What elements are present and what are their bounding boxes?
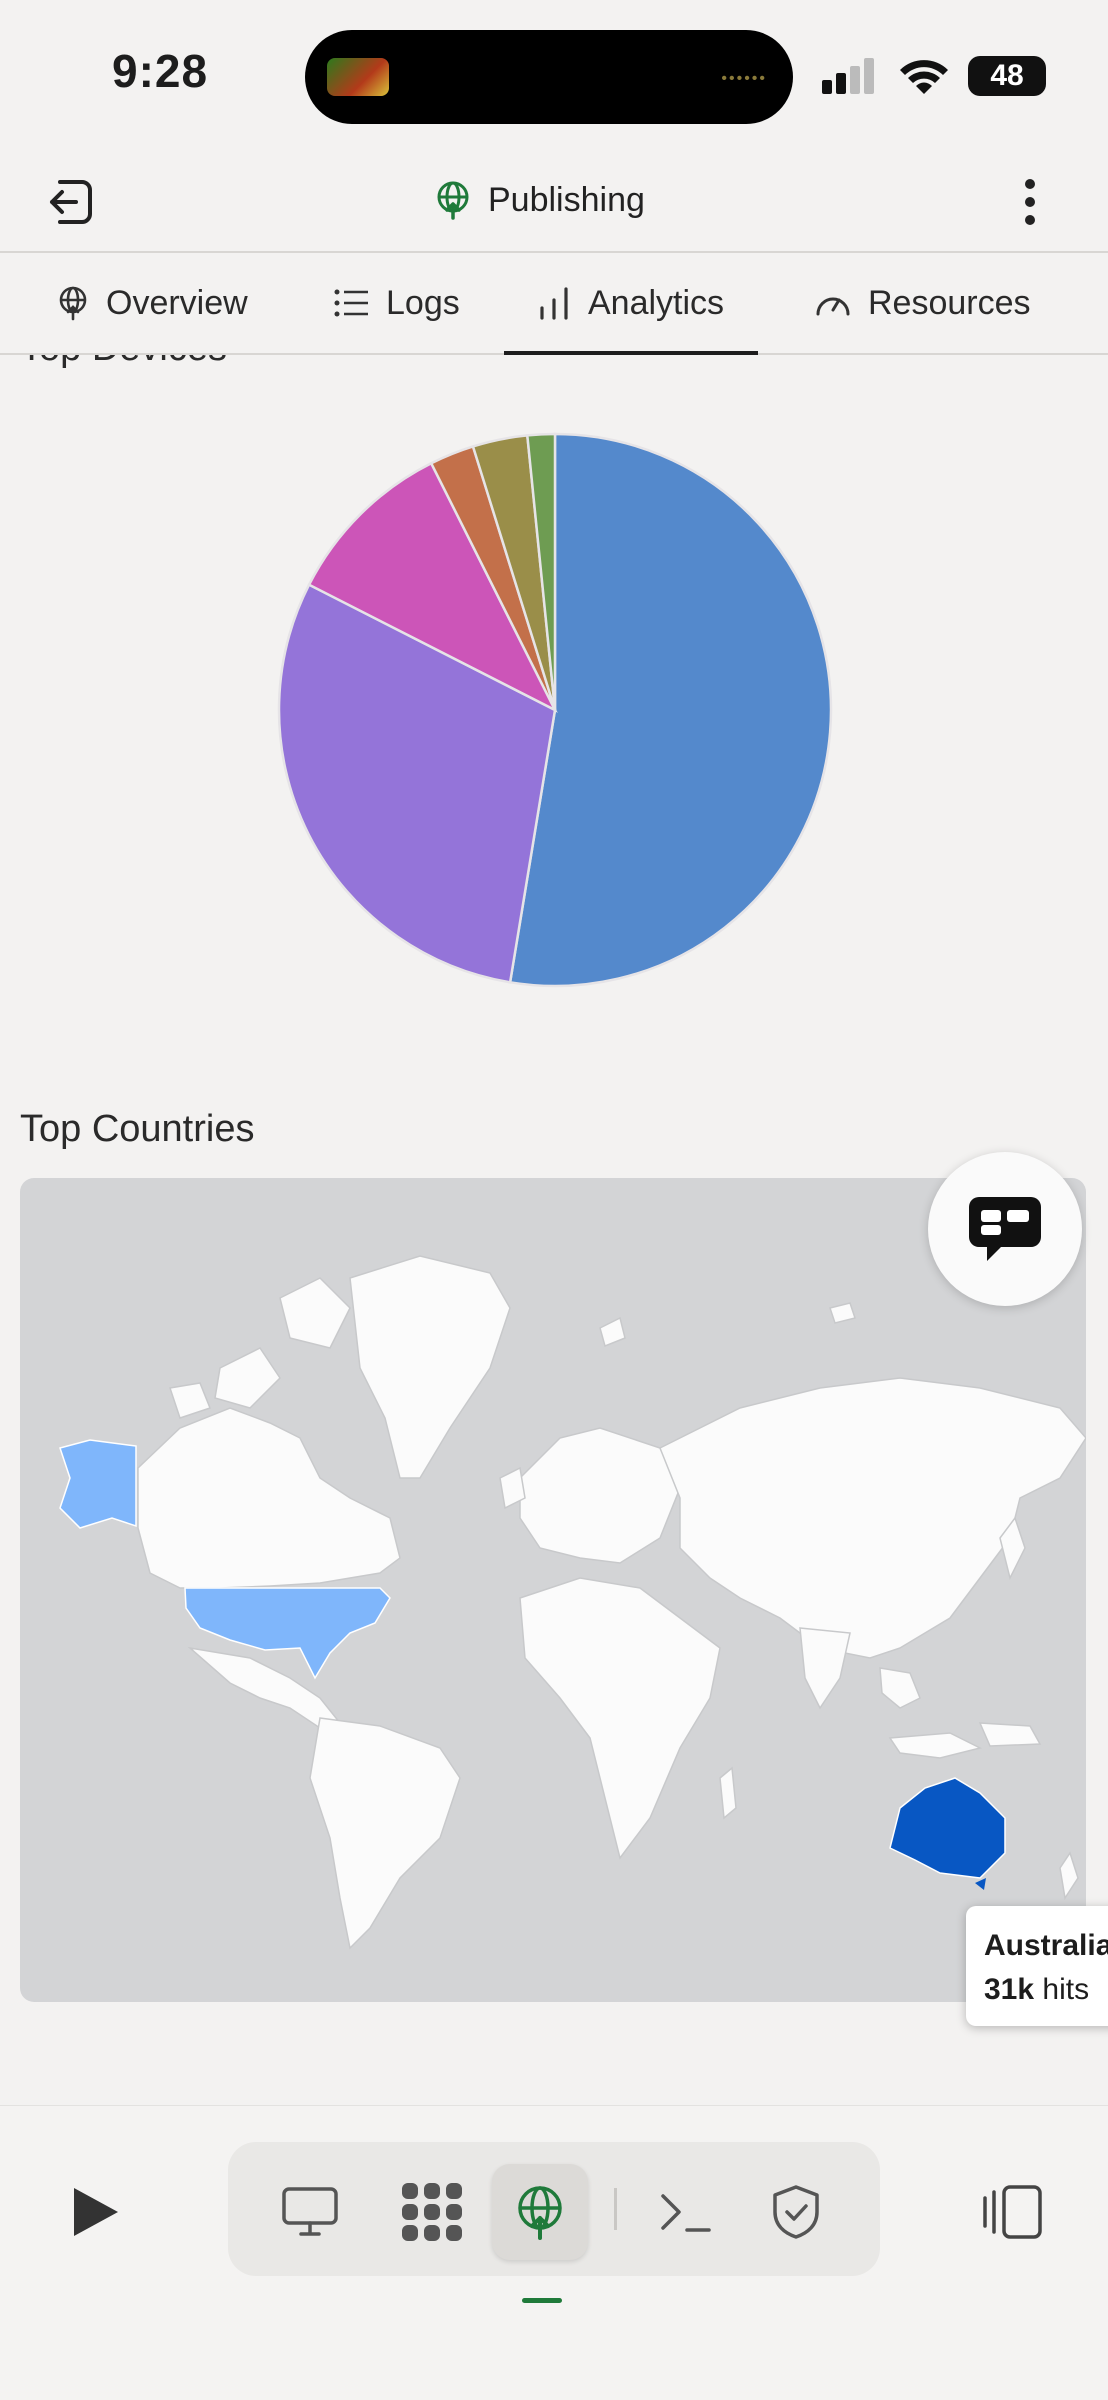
play-icon[interactable] (62, 2180, 126, 2244)
now-playing-art (327, 58, 389, 96)
publishing-button[interactable] (492, 2164, 588, 2260)
map-tooltip: Australia 31k hits (966, 1906, 1108, 2026)
status-time: 9:28 (112, 45, 209, 97)
apps-icon (402, 2183, 462, 2241)
list-icon (334, 289, 368, 317)
terminal-icon (661, 2194, 711, 2232)
countries-map[interactable] (20, 1178, 1086, 2002)
country-canada (137, 1407, 401, 1589)
security-button[interactable] (748, 2164, 844, 2260)
toolbar-divider (614, 2188, 617, 2230)
pie-slice-0[interactable] (508, 432, 833, 988)
tooltip-unit: hits (1042, 1973, 1090, 2006)
tab-analytics[interactable]: Analytics (503, 253, 759, 355)
battery-icon: 48 (968, 56, 1046, 96)
wifi-icon (900, 60, 948, 94)
tab-resources[interactable]: Resources (814, 253, 1031, 353)
chat-button[interactable] (928, 1152, 1082, 1306)
terminal-button[interactable] (638, 2164, 734, 2260)
header-title-group: Publishing (434, 180, 645, 220)
country-greenland (349, 1255, 511, 1479)
tab-label: Analytics (588, 283, 725, 322)
exit-button[interactable] (42, 174, 98, 230)
monitor-button[interactable] (262, 2164, 358, 2260)
region-africa (519, 1577, 721, 1860)
globe-upload-icon (437, 181, 469, 220)
monitor-icon (282, 2187, 338, 2236)
devices-title: Top Devices (20, 355, 227, 370)
bar-chart-icon (540, 287, 568, 320)
apps-button[interactable] (384, 2164, 480, 2260)
tool-group (228, 2142, 880, 2276)
countries-title: Top Countries (20, 1108, 255, 1150)
audio-wave-icon: •••••• (721, 70, 767, 87)
tab-label: Overview (106, 283, 248, 322)
tooltip-country: Australia (984, 1929, 1108, 1962)
world-map (59, 1255, 1086, 1950)
cellular-signal-icon (822, 58, 874, 94)
country-alaska (59, 1439, 137, 1529)
app-header: Publishing (0, 150, 1108, 253)
more-menu-button[interactable] (1010, 174, 1050, 230)
globe-icon (59, 286, 87, 321)
tab-bar: Overview Logs Analytics Resources (0, 253, 1108, 355)
tab-overview[interactable]: Overview (56, 253, 248, 353)
bottom-toolbar (0, 2105, 1108, 2400)
devices-pie-chart (277, 432, 833, 988)
active-indicator (522, 2298, 562, 2303)
page-title: Publishing (488, 180, 645, 219)
tab-logs[interactable]: Logs (334, 253, 460, 353)
tab-label: Resources (868, 283, 1031, 322)
panel-icon[interactable] (982, 2184, 1044, 2240)
globe-upload-icon (518, 2186, 562, 2240)
tooltip-value: 31k (984, 1973, 1035, 2006)
country-australia (889, 1777, 1006, 1879)
country-south-america (309, 1717, 461, 1950)
region-europe (519, 1427, 681, 1564)
region-asia (659, 1377, 1086, 1659)
gauge-icon (816, 297, 850, 316)
dynamic-island: •••••• (305, 30, 793, 124)
status-bar: 9:28 •••••• 48 (0, 0, 1108, 150)
shield-check-icon (773, 2185, 819, 2239)
chat-bubble-icon (969, 1197, 1041, 1261)
tab-label: Logs (386, 283, 460, 322)
